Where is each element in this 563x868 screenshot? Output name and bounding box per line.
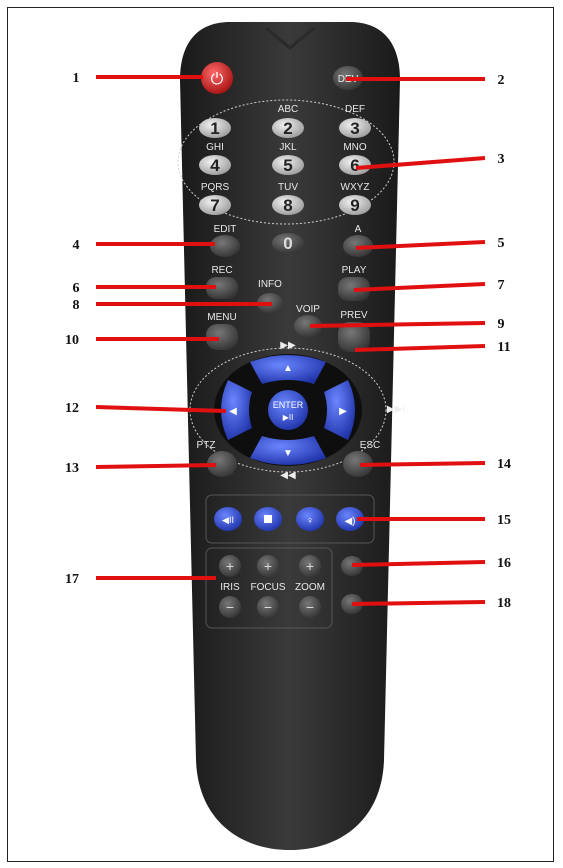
key-6[interactable]: MNO 6	[339, 142, 371, 175]
edit-button[interactable]: EDIT	[210, 224, 240, 257]
svg-text:JKL: JKL	[279, 142, 297, 153]
callout-9: 9	[498, 317, 505, 332]
svg-text:5: 5	[283, 156, 292, 175]
callout-17: 17	[65, 572, 79, 587]
prev-button[interactable]: PREV	[338, 310, 370, 352]
svg-text:8: 8	[283, 196, 292, 215]
function-key-2[interactable]	[254, 507, 282, 531]
svg-text:1: 1	[210, 119, 219, 138]
callout-5: 5	[498, 236, 505, 251]
svg-text:A: A	[355, 224, 362, 235]
arrow-down-icon: ▼	[283, 448, 293, 459]
key-7[interactable]: PQRS 7	[199, 182, 231, 215]
svg-text:PQRS: PQRS	[201, 182, 230, 193]
callout-line-13	[95, 463, 217, 469]
callout-16: 16	[497, 556, 511, 571]
callout-7: 7	[498, 278, 505, 293]
svg-text:PREV: PREV	[340, 310, 368, 321]
svg-text:GHI: GHI	[206, 142, 224, 153]
callout-1: 1	[73, 71, 80, 86]
remote-diagram: ⏻ DEV 1 ABC 2 DEF 3 GHI 4 JKL 5 MNO 6 PQ…	[65, 22, 511, 850]
menu-button[interactable]: MENU	[206, 312, 238, 350]
svg-text:EDIT: EDIT	[214, 224, 237, 235]
svg-text:WXYZ: WXYZ	[341, 182, 370, 193]
minus-icon: −	[306, 599, 314, 615]
callout-12: 12	[65, 401, 79, 416]
callout-6: 6	[73, 281, 80, 296]
svg-text:MNO: MNO	[343, 142, 367, 153]
svg-text:3: 3	[350, 119, 359, 138]
callout-2: 2	[498, 73, 505, 88]
arrow-up-icon: ▲	[283, 363, 293, 374]
callout-10: 10	[65, 333, 79, 348]
focus-minus-button[interactable]: −	[257, 596, 279, 618]
svg-text:VOIP: VOIP	[296, 304, 320, 315]
callout-line-14	[359, 461, 486, 467]
focus-plus-button[interactable]: +	[257, 555, 279, 577]
svg-text:INFO: INFO	[258, 279, 282, 290]
svg-text:6: 6	[350, 156, 359, 175]
arrow-right-icon: ▶	[339, 406, 347, 417]
callout-13: 13	[65, 461, 79, 476]
svg-text:REC: REC	[211, 265, 232, 276]
iris-plus-button[interactable]: +	[219, 555, 241, 577]
plus-icon: +	[264, 558, 272, 574]
zoom-label: ZOOM	[295, 582, 325, 593]
focus-label: FOCUS	[251, 582, 286, 593]
svg-text:ENTER: ENTER	[273, 400, 304, 410]
callout-18: 18	[497, 596, 511, 611]
callout-11: 11	[497, 340, 510, 355]
fast-forward-icon: ▶▶	[280, 340, 296, 351]
key-0[interactable]: 0	[272, 233, 304, 253]
svg-text:DEF: DEF	[345, 104, 365, 115]
function-key-3[interactable]: ♀	[296, 507, 324, 531]
minus-icon: −	[264, 599, 272, 615]
info-button[interactable]: INFO	[257, 279, 283, 313]
svg-text:▶II: ▶II	[283, 413, 294, 422]
callout-4: 4	[73, 238, 80, 253]
callout-8: 8	[73, 298, 80, 313]
next-icon: ▶▶I	[387, 404, 405, 415]
power-button[interactable]: ⏻	[201, 62, 233, 94]
svg-text:9: 9	[350, 196, 359, 215]
plus-icon: +	[306, 558, 314, 574]
callout-14: 14	[497, 457, 511, 472]
speaker-icon: ◀)	[344, 516, 355, 527]
svg-text:2: 2	[283, 119, 292, 138]
key-1[interactable]: 1	[199, 118, 231, 138]
power-icon: ⏻	[211, 71, 224, 88]
svg-text:4: 4	[210, 156, 220, 175]
minus-icon: −	[226, 599, 234, 615]
zoom-plus-button[interactable]: +	[299, 555, 321, 577]
svg-text:PLAY: PLAY	[342, 265, 367, 276]
function-key-1[interactable]: ◀II	[214, 507, 242, 531]
stop-icon	[264, 515, 272, 523]
svg-text:ABC: ABC	[278, 104, 299, 115]
iris-minus-button[interactable]: −	[219, 596, 241, 618]
arrow-left-icon: ◀	[229, 406, 237, 417]
callout-line-18	[351, 600, 486, 606]
enter-button[interactable]: ENTER ▶II	[268, 390, 308, 430]
callout-15: 15	[497, 513, 511, 528]
play-pause-icon: ◀II	[222, 515, 234, 525]
zoom-minus-button[interactable]: −	[299, 596, 321, 618]
svg-text:MENU: MENU	[207, 312, 236, 323]
svg-text:ESC: ESC	[360, 440, 381, 451]
key-9[interactable]: WXYZ 9	[339, 182, 371, 215]
callout-3: 3	[498, 152, 505, 167]
svg-text:PTZ: PTZ	[197, 440, 216, 451]
microphone-icon: ♀	[306, 515, 314, 527]
rewind-icon: ◀◀	[280, 470, 296, 481]
svg-text:0: 0	[283, 234, 292, 253]
iris-label: IRIS	[220, 582, 240, 593]
play-button[interactable]: PLAY	[338, 265, 370, 301]
plus-icon: +	[226, 558, 234, 574]
voip-button[interactable]: VOIP	[294, 304, 322, 337]
svg-text:7: 7	[210, 196, 219, 215]
svg-text:TUV: TUV	[278, 182, 298, 193]
